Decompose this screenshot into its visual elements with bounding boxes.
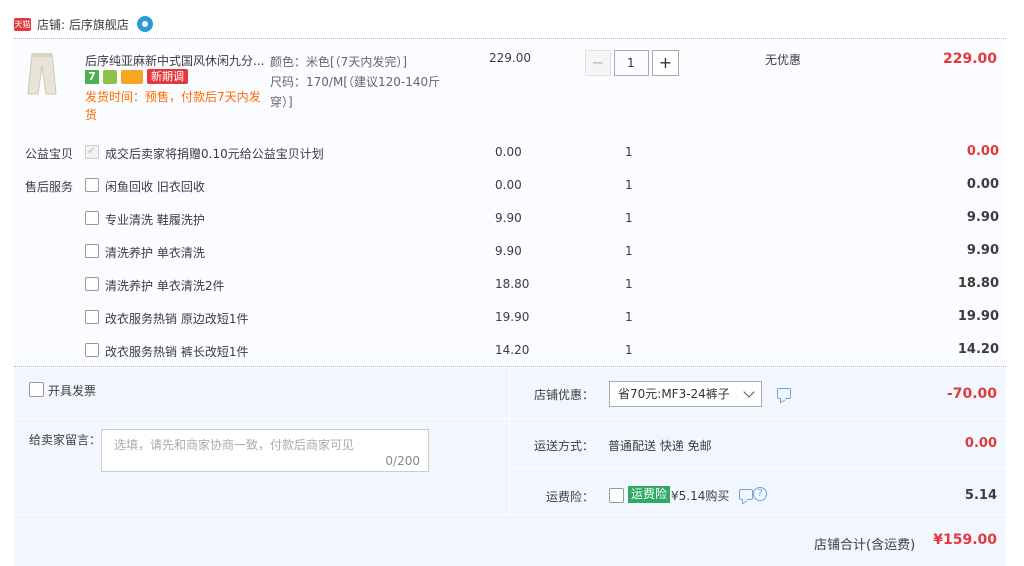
service-row: 改衣服务热销 原边改短1件 19.90 1 19.90 — [0, 308, 1024, 328]
shipping-label: 运送方式： — [534, 439, 595, 453]
divider — [14, 366, 1006, 367]
service-name: 成交后卖家将捐赠0.10元给公益宝贝计划 — [105, 147, 324, 161]
insurance-info-icon[interactable] — [739, 489, 753, 500]
service-price: 0.00 — [495, 145, 522, 159]
service-name: 闲鱼回收 旧衣回收 — [105, 180, 205, 194]
product-badges: 7 新期调 — [85, 69, 188, 84]
service-total: 0.00 — [966, 144, 999, 159]
service-row: 公益宝贝 成交后卖家将捐赠0.10元给公益宝贝计划 0.00 1 0.00 — [0, 143, 1024, 163]
service-name: 改衣服务热销 裤长改短1件 — [105, 345, 249, 359]
service-checkbox — [85, 144, 99, 159]
service-quantity: 1 — [625, 310, 633, 324]
quantity-increase-button[interactable]: + — [652, 50, 679, 76]
seller-message-textarea[interactable]: 选填，请先和商家协商一致，付款后商家可见 0/200 — [101, 429, 429, 472]
insurance-total: 5.14 — [964, 488, 997, 503]
service-name: 改衣服务热销 原边改短1件 — [105, 312, 249, 326]
service-group-label: 公益宝贝 — [25, 147, 74, 161]
insurance-label: 运费险： — [546, 490, 595, 504]
wangwang-chat-icon[interactable] — [136, 16, 153, 32]
coupon-label: 店铺优惠： — [534, 388, 595, 402]
shipping-fee: 0.00 — [964, 436, 997, 451]
help-icon[interactable]: ? — [753, 487, 767, 501]
service-price: 18.80 — [495, 277, 530, 291]
shop-total-label: 店铺合计(含运费) — [814, 538, 916, 553]
unit-price: 229.00 — [489, 51, 531, 65]
service-row: 专业清洗 鞋履洗护 9.90 1 9.90 — [0, 209, 1024, 229]
service-price: 14.20 — [495, 343, 530, 357]
service-checkbox[interactable] — [85, 244, 99, 258]
service-quantity: 1 — [625, 244, 633, 258]
service-total: 9.90 — [966, 210, 999, 225]
shop-coupon-select[interactable]: 省70元:MF3-24裤子 — [609, 381, 762, 407]
service-checkbox[interactable] — [85, 310, 99, 324]
service-price: 9.90 — [495, 211, 522, 225]
coupon-info-icon[interactable] — [777, 388, 791, 399]
service-price: 9.90 — [495, 244, 522, 258]
memo-label: 给卖家留言： — [29, 433, 102, 447]
service-quantity: 1 — [625, 145, 633, 159]
spec-color: 颜色：米色[（7天内发完）] — [270, 55, 407, 69]
shop-header: 天猫 店铺: 后序旗舰店 — [14, 14, 153, 34]
product-spec: 颜色：米色[（7天内发完）] 尺码：170/M[（建议120-140斤穿）] — [270, 52, 460, 112]
shop-name-link[interactable]: 店铺: 后序旗舰店 — [37, 16, 129, 33]
service-row: 售后服务 闲鱼回收 旧衣回收 0.00 1 0.00 — [0, 176, 1024, 196]
tmall-badge: 天猫 — [14, 17, 31, 31]
service-checkbox[interactable] — [85, 211, 99, 225]
service-checkbox[interactable] — [85, 343, 99, 357]
service-total: 19.90 — [957, 309, 999, 324]
item-promotion: 无优惠 — [765, 53, 802, 67]
service-price: 0.00 — [495, 178, 522, 192]
invoice-label: 开具发票 — [48, 384, 97, 398]
service-row: 清洗养护 单衣清洗 9.90 1 9.90 — [0, 242, 1024, 262]
spec-size: 尺码：170/M[（建议120-140斤穿）] — [270, 75, 441, 109]
invoice-checkbox[interactable] — [29, 382, 44, 397]
service-price: 19.90 — [495, 310, 530, 324]
shop-total-amount: ¥159.00 — [933, 532, 997, 548]
guarantee-shield-icon — [103, 69, 117, 84]
shipping-time-note: 发货时间：预售，付款后7天内发货 — [85, 90, 261, 122]
insurance-price: ¥5.14购买 — [671, 489, 730, 503]
service-total: 14.20 — [957, 342, 999, 357]
service-quantity: 1 — [625, 343, 633, 357]
service-group-label: 售后服务 — [25, 180, 74, 194]
product-title-link[interactable]: 后序纯亚麻新中式国风休闲九分... — [85, 52, 264, 69]
service-quantity: 1 — [625, 178, 633, 192]
row-divider — [509, 418, 1006, 419]
credit-card-icon — [121, 69, 143, 84]
service-row: 改衣服务热销 裤长改短1件 14.20 1 14.20 — [0, 341, 1024, 361]
service-total: 0.00 — [966, 177, 999, 192]
memo-char-count: 0/200 — [385, 454, 420, 468]
new-product-badge: 新期调 — [147, 69, 188, 84]
divider — [14, 38, 1006, 39]
insurance-checkbox[interactable] — [609, 488, 624, 503]
seven-day-return-icon: 7 — [85, 69, 99, 84]
service-name: 清洗养护 单衣清洗2件 — [105, 279, 225, 293]
row-divider — [14, 418, 509, 419]
service-row: 清洗养护 单衣清洗2件 18.80 1 18.80 — [0, 275, 1024, 295]
quantity-decrease-button[interactable]: − — [585, 50, 611, 76]
item-subtotal: 229.00 — [942, 51, 997, 67]
row-divider — [509, 468, 1006, 469]
insurance-badge: 运费险 — [628, 486, 671, 503]
column-divider — [509, 368, 510, 514]
service-total: 9.90 — [966, 243, 999, 258]
service-checkbox[interactable] — [85, 277, 99, 291]
row-divider — [14, 514, 1006, 515]
service-name: 专业清洗 鞋履洗护 — [105, 213, 205, 227]
memo-placeholder: 选填，请先和商家协商一致，付款后商家可见 — [114, 438, 355, 452]
service-quantity: 1 — [625, 277, 633, 291]
coupon-discount: -70.00 — [946, 386, 997, 402]
quantity-input[interactable]: 1 — [614, 50, 649, 76]
chevron-down-icon — [743, 386, 755, 398]
service-quantity: 1 — [625, 211, 633, 225]
service-checkbox[interactable] — [85, 178, 99, 192]
shipping-method: 普通配送 快递 免邮 — [608, 439, 712, 453]
coupon-selected-value: 省70元:MF3-24裤子 — [618, 387, 730, 401]
product-thumbnail[interactable] — [22, 50, 62, 98]
service-total: 18.80 — [957, 276, 999, 291]
service-name: 清洗养护 单衣清洗 — [105, 246, 205, 260]
